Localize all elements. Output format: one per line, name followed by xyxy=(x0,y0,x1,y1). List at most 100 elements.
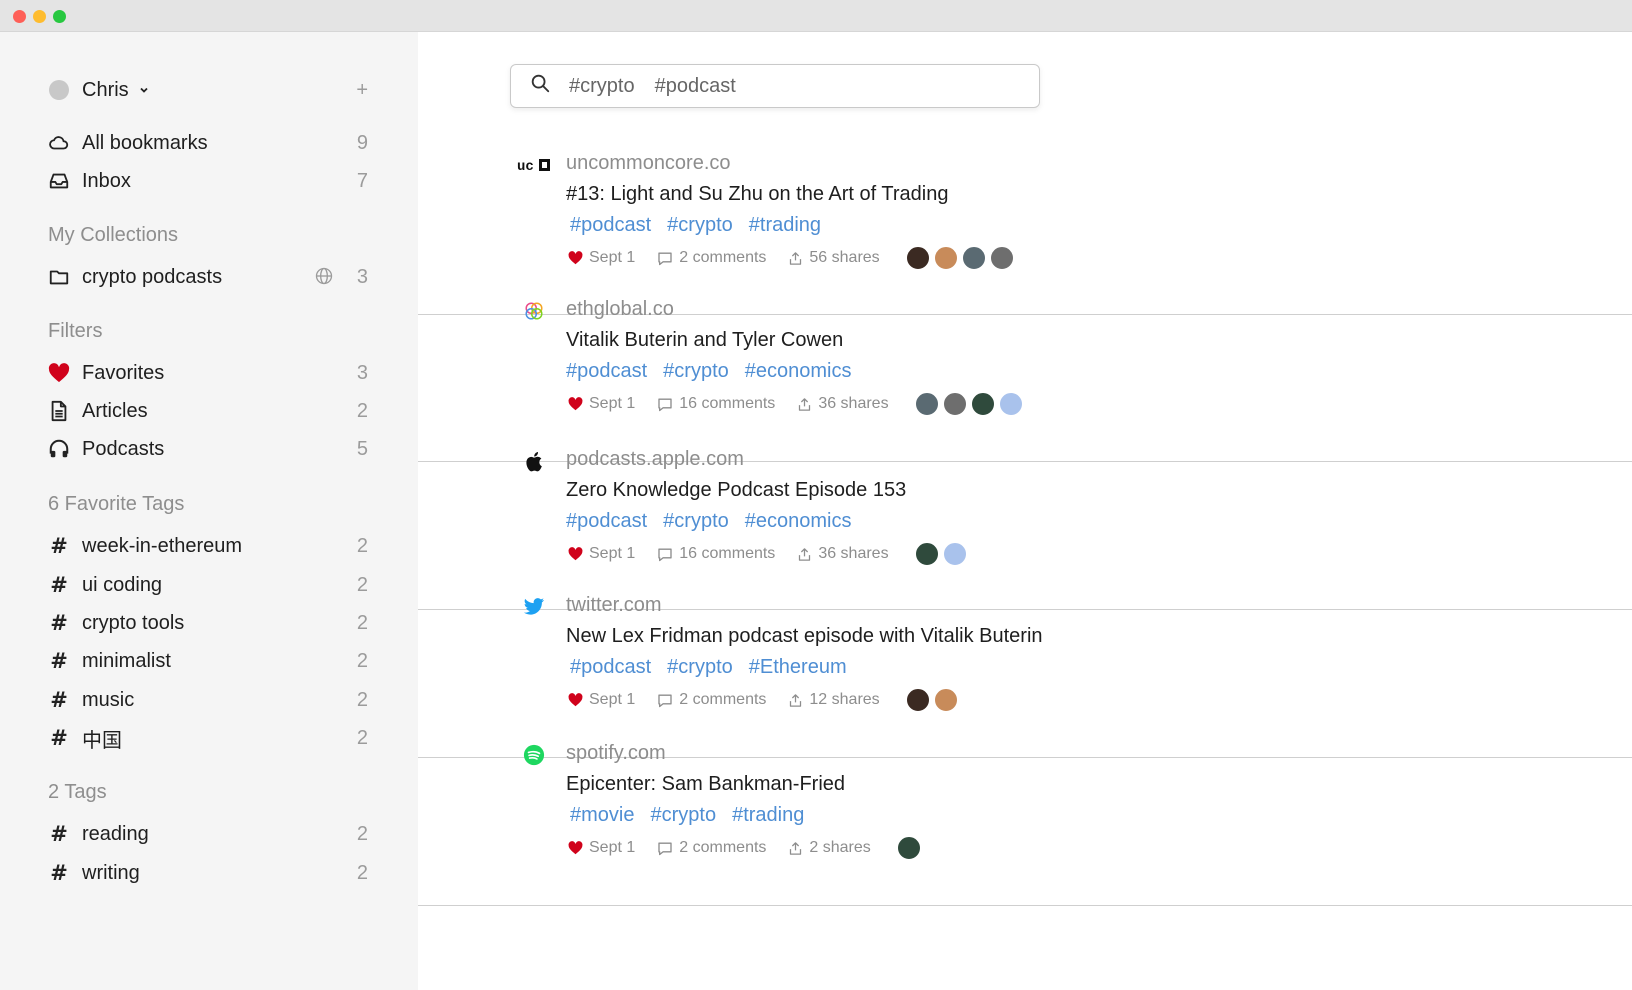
bookmark-title[interactable]: New Lex Fridman podcast episode with Vit… xyxy=(566,625,1043,648)
comments-link[interactable]: 16 comments xyxy=(657,545,775,563)
count-badge: 2 xyxy=(356,534,368,557)
shares-count: 2 shares xyxy=(809,839,871,856)
avatar[interactable] xyxy=(989,246,1014,270)
inbox-icon xyxy=(48,170,70,192)
bookmark-date: Sept 1 xyxy=(589,691,636,708)
comments-link[interactable]: 2 comments xyxy=(657,249,766,267)
sidebar-item-tag-writing[interactable]: # writing 2 xyxy=(48,858,368,888)
tag-link[interactable]: #podcast xyxy=(566,510,647,533)
sidebar-item-tag-crypto-tools[interactable]: # crypto tools 2 xyxy=(48,608,368,638)
cloud-icon xyxy=(48,132,70,154)
bookmark-title[interactable]: #13: Light and Su Zhu on the Art of Trad… xyxy=(566,183,949,206)
bookmark-meta: Sept 1 16 comments 36 shares xyxy=(568,392,1027,416)
shares-link[interactable]: 36 shares xyxy=(797,395,889,413)
bookmark-title[interactable]: Zero Knowledge Podcast Episode 153 xyxy=(566,479,906,502)
sidebar-item-label: writing xyxy=(82,861,140,884)
bookmark-item[interactable]: uc uncommoncore.co #13: Light and Su Zhu… xyxy=(418,150,1632,315)
avatar[interactable] xyxy=(942,542,967,566)
bookmark-domain[interactable]: uncommoncore.co xyxy=(566,152,731,175)
avatar[interactable] xyxy=(914,392,939,416)
comments-link[interactable]: 2 comments xyxy=(657,839,766,857)
shares-link[interactable]: 56 shares xyxy=(788,249,880,267)
shares-link[interactable]: 12 shares xyxy=(788,691,880,709)
bookmark-meta: Sept 1 2 comments 12 shares xyxy=(568,688,962,712)
tag-link[interactable]: #movie xyxy=(570,804,634,827)
tag-link[interactable]: #crypto xyxy=(667,214,733,237)
search-input[interactable]: #crypto #podcast xyxy=(510,64,1040,108)
tag-link[interactable]: #podcast xyxy=(570,656,651,679)
sidebar-item-label: minimalist xyxy=(82,649,171,672)
sidebar-item-tag-minimalist[interactable]: # minimalist 2 xyxy=(48,646,368,676)
avatar[interactable] xyxy=(933,688,958,712)
avatar[interactable] xyxy=(914,542,939,566)
favorite-toggle[interactable]: Sept 1 xyxy=(568,545,635,563)
avatar xyxy=(48,79,70,101)
search-tag[interactable]: #podcast xyxy=(655,75,736,98)
hashtag-icon: # xyxy=(50,573,68,597)
minimize-window-button[interactable] xyxy=(33,10,46,23)
sidebar-item-all-bookmarks[interactable]: All bookmarks 9 xyxy=(48,128,368,158)
close-window-button[interactable] xyxy=(13,10,26,23)
avatar[interactable] xyxy=(998,392,1023,416)
favorite-toggle[interactable]: Sept 1 xyxy=(568,395,635,413)
sidebar-item-tag-week-in-ethereum[interactable]: # week-in-ethereum 2 xyxy=(48,531,368,561)
hashtag-icon: # xyxy=(50,534,68,558)
comments-link[interactable]: 16 comments xyxy=(657,395,775,413)
search-tag[interactable]: #crypto xyxy=(569,75,635,98)
heart-icon xyxy=(568,841,583,855)
avatar[interactable] xyxy=(905,246,930,270)
sidebar-item-tag-china[interactable]: # 中国 2 xyxy=(48,723,368,753)
favorite-toggle[interactable]: Sept 1 xyxy=(568,249,635,267)
sidebar-item-tag-music[interactable]: # music 2 xyxy=(48,685,368,715)
shares-link[interactable]: 2 shares xyxy=(788,839,871,857)
tag-link[interactable]: #crypto xyxy=(667,656,733,679)
comments-count: 2 comments xyxy=(679,691,767,708)
tag-link[interactable]: #Ethereum xyxy=(749,656,847,679)
bookmark-domain[interactable]: podcasts.apple.com xyxy=(566,448,744,471)
bookmark-domain[interactable]: twitter.com xyxy=(566,594,662,617)
tag-link[interactable]: #crypto xyxy=(663,360,729,383)
tag-link[interactable]: #crypto xyxy=(663,510,729,533)
tag-link[interactable]: #economics xyxy=(745,510,852,533)
bookmark-item[interactable]: spotify.com Epicenter: Sam Bankman-Fried… xyxy=(418,740,1632,906)
shares-link[interactable]: 36 shares xyxy=(797,545,889,563)
apple-logo-icon xyxy=(522,450,546,472)
user-menu[interactable]: Chris + xyxy=(48,75,368,105)
tag-link[interactable]: #trading xyxy=(749,214,821,237)
avatar[interactable] xyxy=(896,836,921,860)
share-icon xyxy=(790,841,802,855)
avatar[interactable] xyxy=(970,392,995,416)
bookmark-title[interactable]: Vitalik Buterin and Tyler Cowen xyxy=(566,329,843,352)
tag-link[interactable]: #crypto xyxy=(650,804,716,827)
avatar[interactable] xyxy=(905,688,930,712)
globe-icon xyxy=(314,266,334,292)
sidebar-item-label: crypto tools xyxy=(82,611,185,634)
avatar[interactable] xyxy=(933,246,958,270)
avatar[interactable] xyxy=(961,246,986,270)
tag-link[interactable]: #podcast xyxy=(566,360,647,383)
bookmark-item[interactable]: twitter.com New Lex Fridman podcast epis… xyxy=(418,592,1632,758)
sidebar-item-favorites[interactable]: Favorites 3 xyxy=(48,358,368,388)
add-button[interactable]: + xyxy=(356,79,368,102)
tag-link[interactable]: #podcast xyxy=(570,214,651,237)
sidebar-item-tag-reading[interactable]: # reading 2 xyxy=(48,819,368,849)
sidebar-item-inbox[interactable]: Inbox 7 xyxy=(48,166,368,196)
bookmark-item[interactable]: podcasts.apple.com Zero Knowledge Podcas… xyxy=(418,446,1632,610)
bookmark-domain[interactable]: spotify.com xyxy=(566,742,666,765)
bookmark-item[interactable]: ethglobal.co Vitalik Buterin and Tyler C… xyxy=(418,296,1632,462)
favorite-toggle[interactable]: Sept 1 xyxy=(568,691,635,709)
tag-link[interactable]: #economics xyxy=(745,360,852,383)
count-badge: 2 xyxy=(356,649,368,672)
avatar[interactable] xyxy=(942,392,967,416)
comments-link[interactable]: 2 comments xyxy=(657,691,766,709)
maximize-window-button[interactable] xyxy=(53,10,66,23)
count-badge: 2 xyxy=(356,861,368,884)
sidebar-item-crypto-podcasts[interactable]: crypto podcasts 3 xyxy=(48,262,368,292)
sidebar-item-tag-ui-coding[interactable]: # ui coding 2 xyxy=(48,570,368,600)
sidebar-item-podcasts[interactable]: Podcasts 5 xyxy=(48,434,368,464)
bookmark-domain[interactable]: ethglobal.co xyxy=(566,298,674,321)
bookmark-title[interactable]: Epicenter: Sam Bankman-Fried xyxy=(566,773,845,796)
tag-link[interactable]: #trading xyxy=(732,804,804,827)
sidebar-item-articles[interactable]: Articles 2 xyxy=(48,396,368,426)
favorite-toggle[interactable]: Sept 1 xyxy=(568,839,635,857)
